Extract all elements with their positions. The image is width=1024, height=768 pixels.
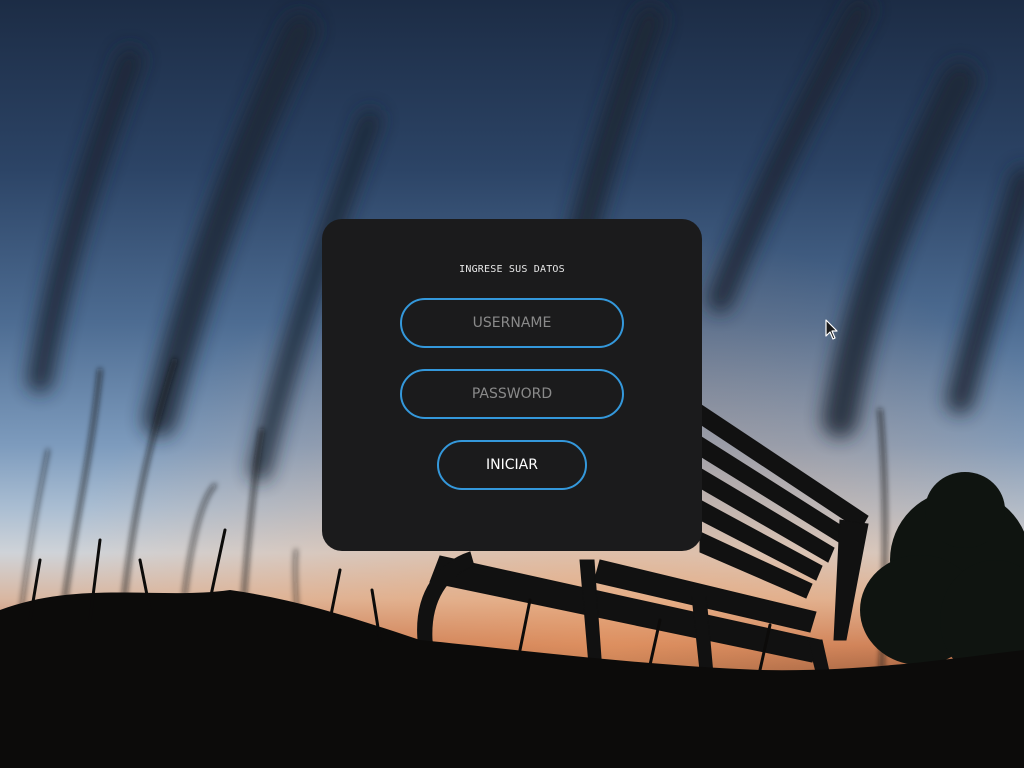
username-input[interactable] (400, 298, 624, 348)
login-page: INGRESE SUS DATOS INICIAR (0, 0, 1024, 768)
login-title: INGRESE SUS DATOS (459, 264, 565, 275)
mouse-pointer-icon (825, 319, 838, 340)
password-input[interactable] (400, 369, 624, 419)
login-button[interactable]: INICIAR (437, 440, 587, 490)
login-card: INGRESE SUS DATOS INICIAR (322, 219, 702, 551)
